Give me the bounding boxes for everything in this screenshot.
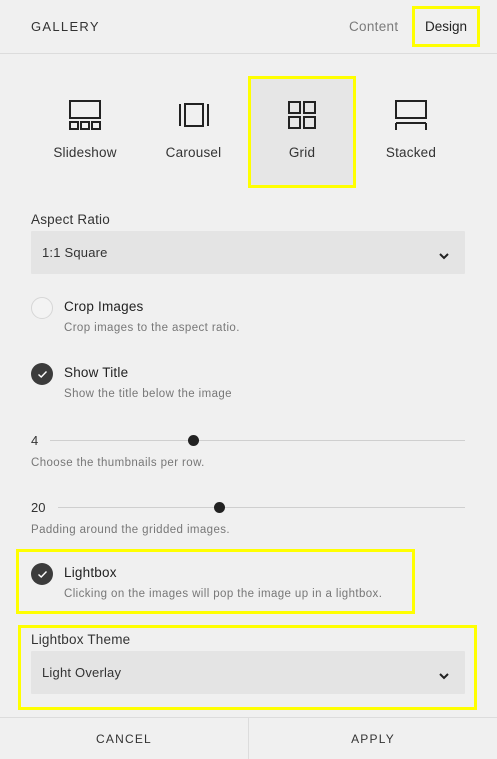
stacked-icon — [394, 98, 428, 132]
show-title-desc: Show the title below the image — [64, 388, 232, 400]
aspect-ratio-value: 1:1 Square — [42, 245, 108, 260]
layout-option-slideshow[interactable]: Slideshow — [31, 76, 139, 188]
thumbnails-value: 4 — [31, 433, 39, 448]
layout-label-stacked: Stacked — [385, 145, 437, 160]
layout-label-carousel: Carousel — [165, 145, 222, 160]
chevron-down-icon — [439, 247, 449, 265]
layout-option-grid[interactable]: Grid — [248, 76, 356, 188]
carousel-icon — [177, 98, 211, 132]
padding-slider-knob[interactable] — [214, 502, 225, 513]
aspect-ratio-label: Aspect Ratio — [31, 212, 110, 227]
cancel-button[interactable]: CANCEL — [0, 718, 249, 759]
panel-footer: CANCEL APPLY — [0, 717, 497, 759]
tab-design[interactable]: Design — [412, 6, 480, 47]
show-title-title: Show Title — [64, 365, 129, 380]
padding-value: 20 — [31, 500, 46, 515]
padding-slider-track[interactable] — [58, 507, 465, 508]
layout-option-stacked[interactable]: Stacked — [357, 76, 465, 188]
layout-label-slideshow: Slideshow — [53, 145, 117, 160]
crop-images-desc: Crop images to the aspect ratio. — [64, 322, 240, 334]
grid-icon — [287, 98, 317, 132]
thumbnails-help: Choose the thumbnails per row. — [31, 457, 205, 469]
lightbox-desc: Clicking on the images will pop the imag… — [64, 588, 383, 600]
thumbnails-slider-track[interactable] — [50, 440, 465, 441]
lightbox-theme-label: Lightbox Theme — [31, 632, 131, 647]
crop-images-title: Crop Images — [64, 299, 144, 314]
thumbnails-slider-knob[interactable] — [188, 435, 199, 446]
lightbox-highlight — [16, 549, 415, 614]
panel-title: GALLERY — [31, 19, 100, 34]
padding-help: Padding around the gridded images. — [31, 524, 231, 536]
crop-images-checkbox[interactable] — [31, 297, 53, 319]
tab-content[interactable]: Content — [349, 19, 398, 34]
checkmark-icon — [37, 570, 47, 578]
lightbox-theme-value: Light Overlay — [42, 665, 122, 680]
checkmark-icon — [37, 370, 47, 378]
panel-header: GALLERY Content Design — [0, 0, 497, 54]
aspect-ratio-select[interactable]: 1:1 Square — [31, 231, 465, 274]
layout-label-grid: Grid — [288, 145, 316, 160]
lightbox-theme-select[interactable]: Light Overlay — [31, 651, 465, 694]
lightbox-title: Lightbox — [64, 565, 117, 580]
chevron-down-icon — [439, 667, 449, 685]
lightbox-checkbox[interactable] — [31, 563, 53, 585]
slideshow-icon — [68, 98, 102, 132]
layout-option-carousel[interactable]: Carousel — [140, 76, 247, 188]
apply-button[interactable]: APPLY — [249, 718, 497, 759]
show-title-checkbox[interactable] — [31, 363, 53, 385]
